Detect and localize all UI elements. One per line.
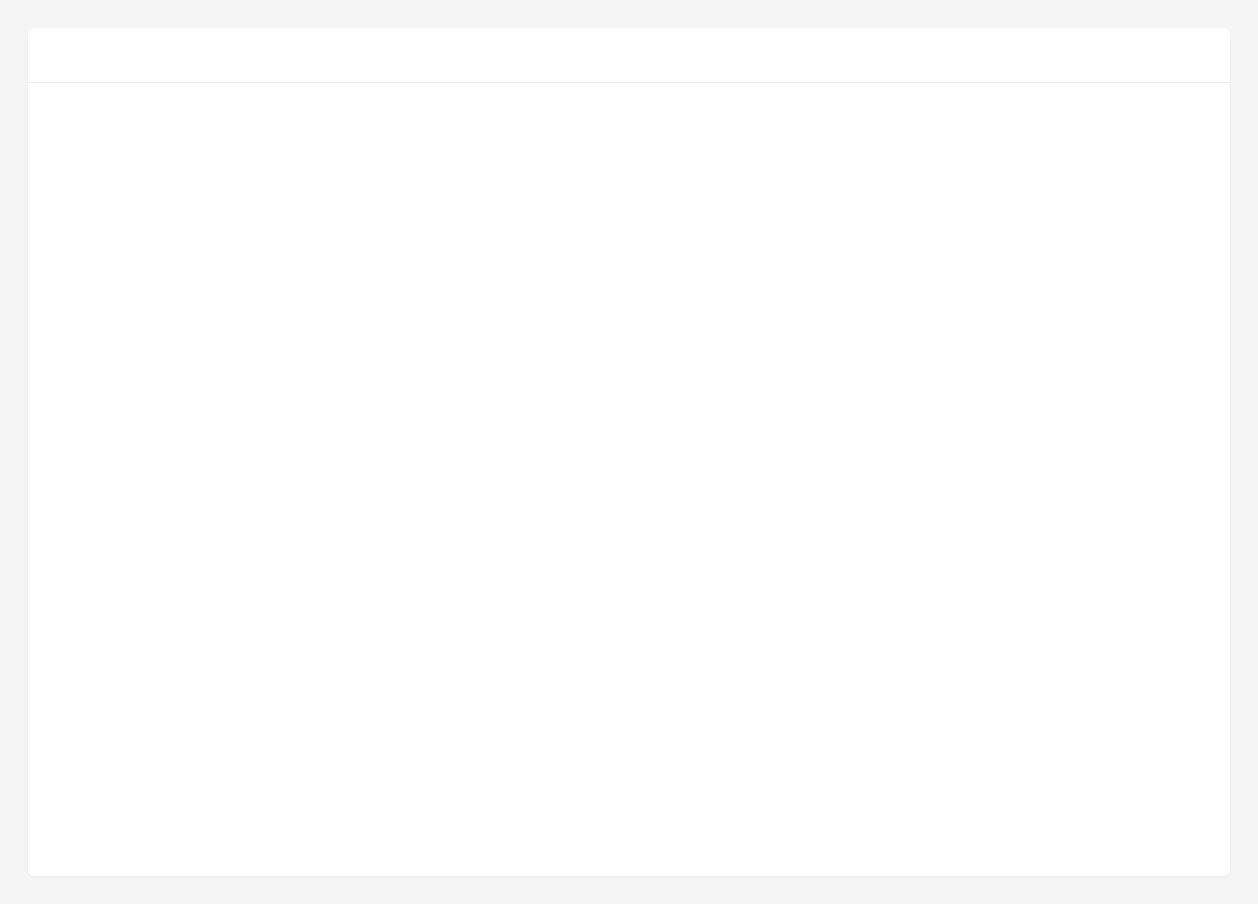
card-body	[28, 83, 1230, 876]
stats-panel	[698, 442, 1190, 508]
donut-chart-svg	[68, 190, 638, 760]
chart-card	[28, 28, 1230, 876]
donut-chart	[68, 190, 638, 760]
card-header	[28, 28, 1230, 83]
